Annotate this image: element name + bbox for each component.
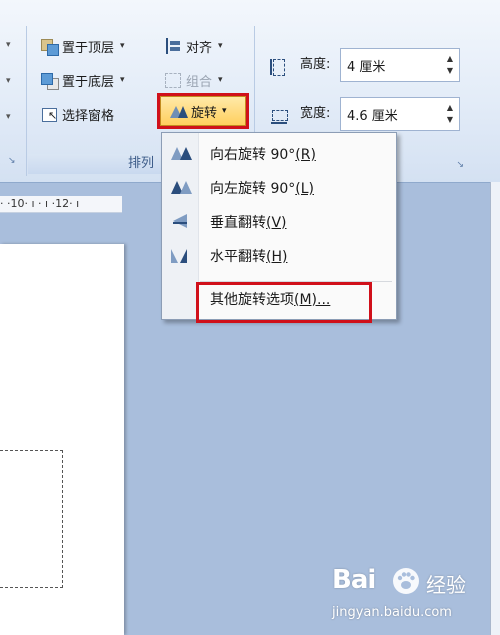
chevron-down-icon: ▾ (120, 41, 125, 51)
watermark-url: jingyan.baidu.com (332, 605, 452, 620)
dropdown-arrow-icon[interactable]: ▾ (6, 76, 11, 86)
rotate-right-icon (171, 145, 192, 163)
selection-pane-label: 选择窗格 (62, 108, 115, 124)
chevron-down-icon: ▾ (120, 75, 125, 85)
menu-item-rotate-right[interactable]: 向右旋转 90°(R) (162, 137, 396, 171)
bring-to-front-label: 置于顶层 (62, 40, 115, 56)
paw-icon (393, 568, 419, 594)
width-spinner[interactable]: 4.6 厘米 ▲ ▼ (340, 97, 460, 131)
shape-width-icon (270, 107, 288, 125)
send-to-back-icon (40, 71, 59, 90)
align-label: 对齐 (186, 40, 213, 56)
dropdown-arrow-icon[interactable]: ▾ (6, 40, 11, 50)
height-icon-wrap (270, 55, 288, 79)
height-spinner[interactable]: 4 厘米 ▲ ▼ (340, 48, 460, 82)
width-value[interactable]: 4.6 厘米 (347, 105, 398, 124)
send-to-back-label: 置于底层 (62, 74, 115, 90)
selected-shape-outline[interactable] (0, 450, 63, 588)
menu-item-label: 向左旋转 90°(L) (210, 181, 314, 197)
selection-pane-icon (40, 105, 58, 123)
width-label: 宽度: (300, 106, 331, 121)
baidu-logo-text: Bai (332, 565, 376, 595)
align-button[interactable]: 对齐 ▾ (164, 34, 223, 58)
group-label: 组合 (186, 74, 213, 90)
bring-to-front-icon (40, 37, 59, 56)
flip-vertical-icon (171, 213, 191, 231)
flip-horizontal-icon (171, 247, 191, 265)
rotate-left-icon (171, 179, 192, 197)
baidu-jingyan-watermark: Bai 经验 jingyan.baidu.com (330, 565, 495, 633)
height-label: 高度: (300, 57, 331, 72)
dropdown-arrow-icon[interactable]: ▾ (6, 112, 11, 122)
more-options-highlight-box (196, 282, 372, 323)
ribbon-group-partial: ▾ ▾ ▾ (0, 26, 27, 176)
bring-to-front-button[interactable]: 置于顶层 ▾ (40, 34, 125, 58)
menu-item-rotate-left[interactable]: 向左旋转 90°(L) (162, 171, 396, 205)
menu-item-flip-vertical[interactable]: 垂直翻转(V) (162, 205, 396, 239)
menu-item-label: 向右旋转 90°(R) (210, 147, 316, 163)
width-icon-wrap (270, 104, 288, 128)
send-to-back-button[interactable]: 置于底层 ▾ (40, 68, 125, 92)
group-icon (164, 71, 182, 89)
shape-height-icon (270, 58, 288, 76)
menu-item-label: 水平翻转(H) (210, 249, 288, 265)
spinner-arrows-icon[interactable]: ▲ ▼ (447, 53, 453, 77)
group-button[interactable]: 组合 ▾ (164, 68, 223, 92)
selection-pane-button[interactable]: 选择窗格 (40, 102, 114, 126)
jingyan-text: 经验 (426, 573, 466, 597)
chevron-down-icon: ▾ (218, 75, 223, 85)
horizontal-ruler: · ·10· ı · ı ·12· ı (0, 196, 122, 213)
align-icon (164, 37, 182, 55)
menu-item-label: 垂直翻转(V) (210, 215, 287, 231)
spinner-arrows-icon[interactable]: ▲ ▼ (447, 102, 453, 126)
rotate-highlight-box (157, 93, 249, 129)
chevron-down-icon: ▾ (218, 41, 223, 51)
height-value[interactable]: 4 厘米 (347, 56, 385, 75)
menu-item-flip-horizontal[interactable]: 水平翻转(H) (162, 239, 396, 273)
